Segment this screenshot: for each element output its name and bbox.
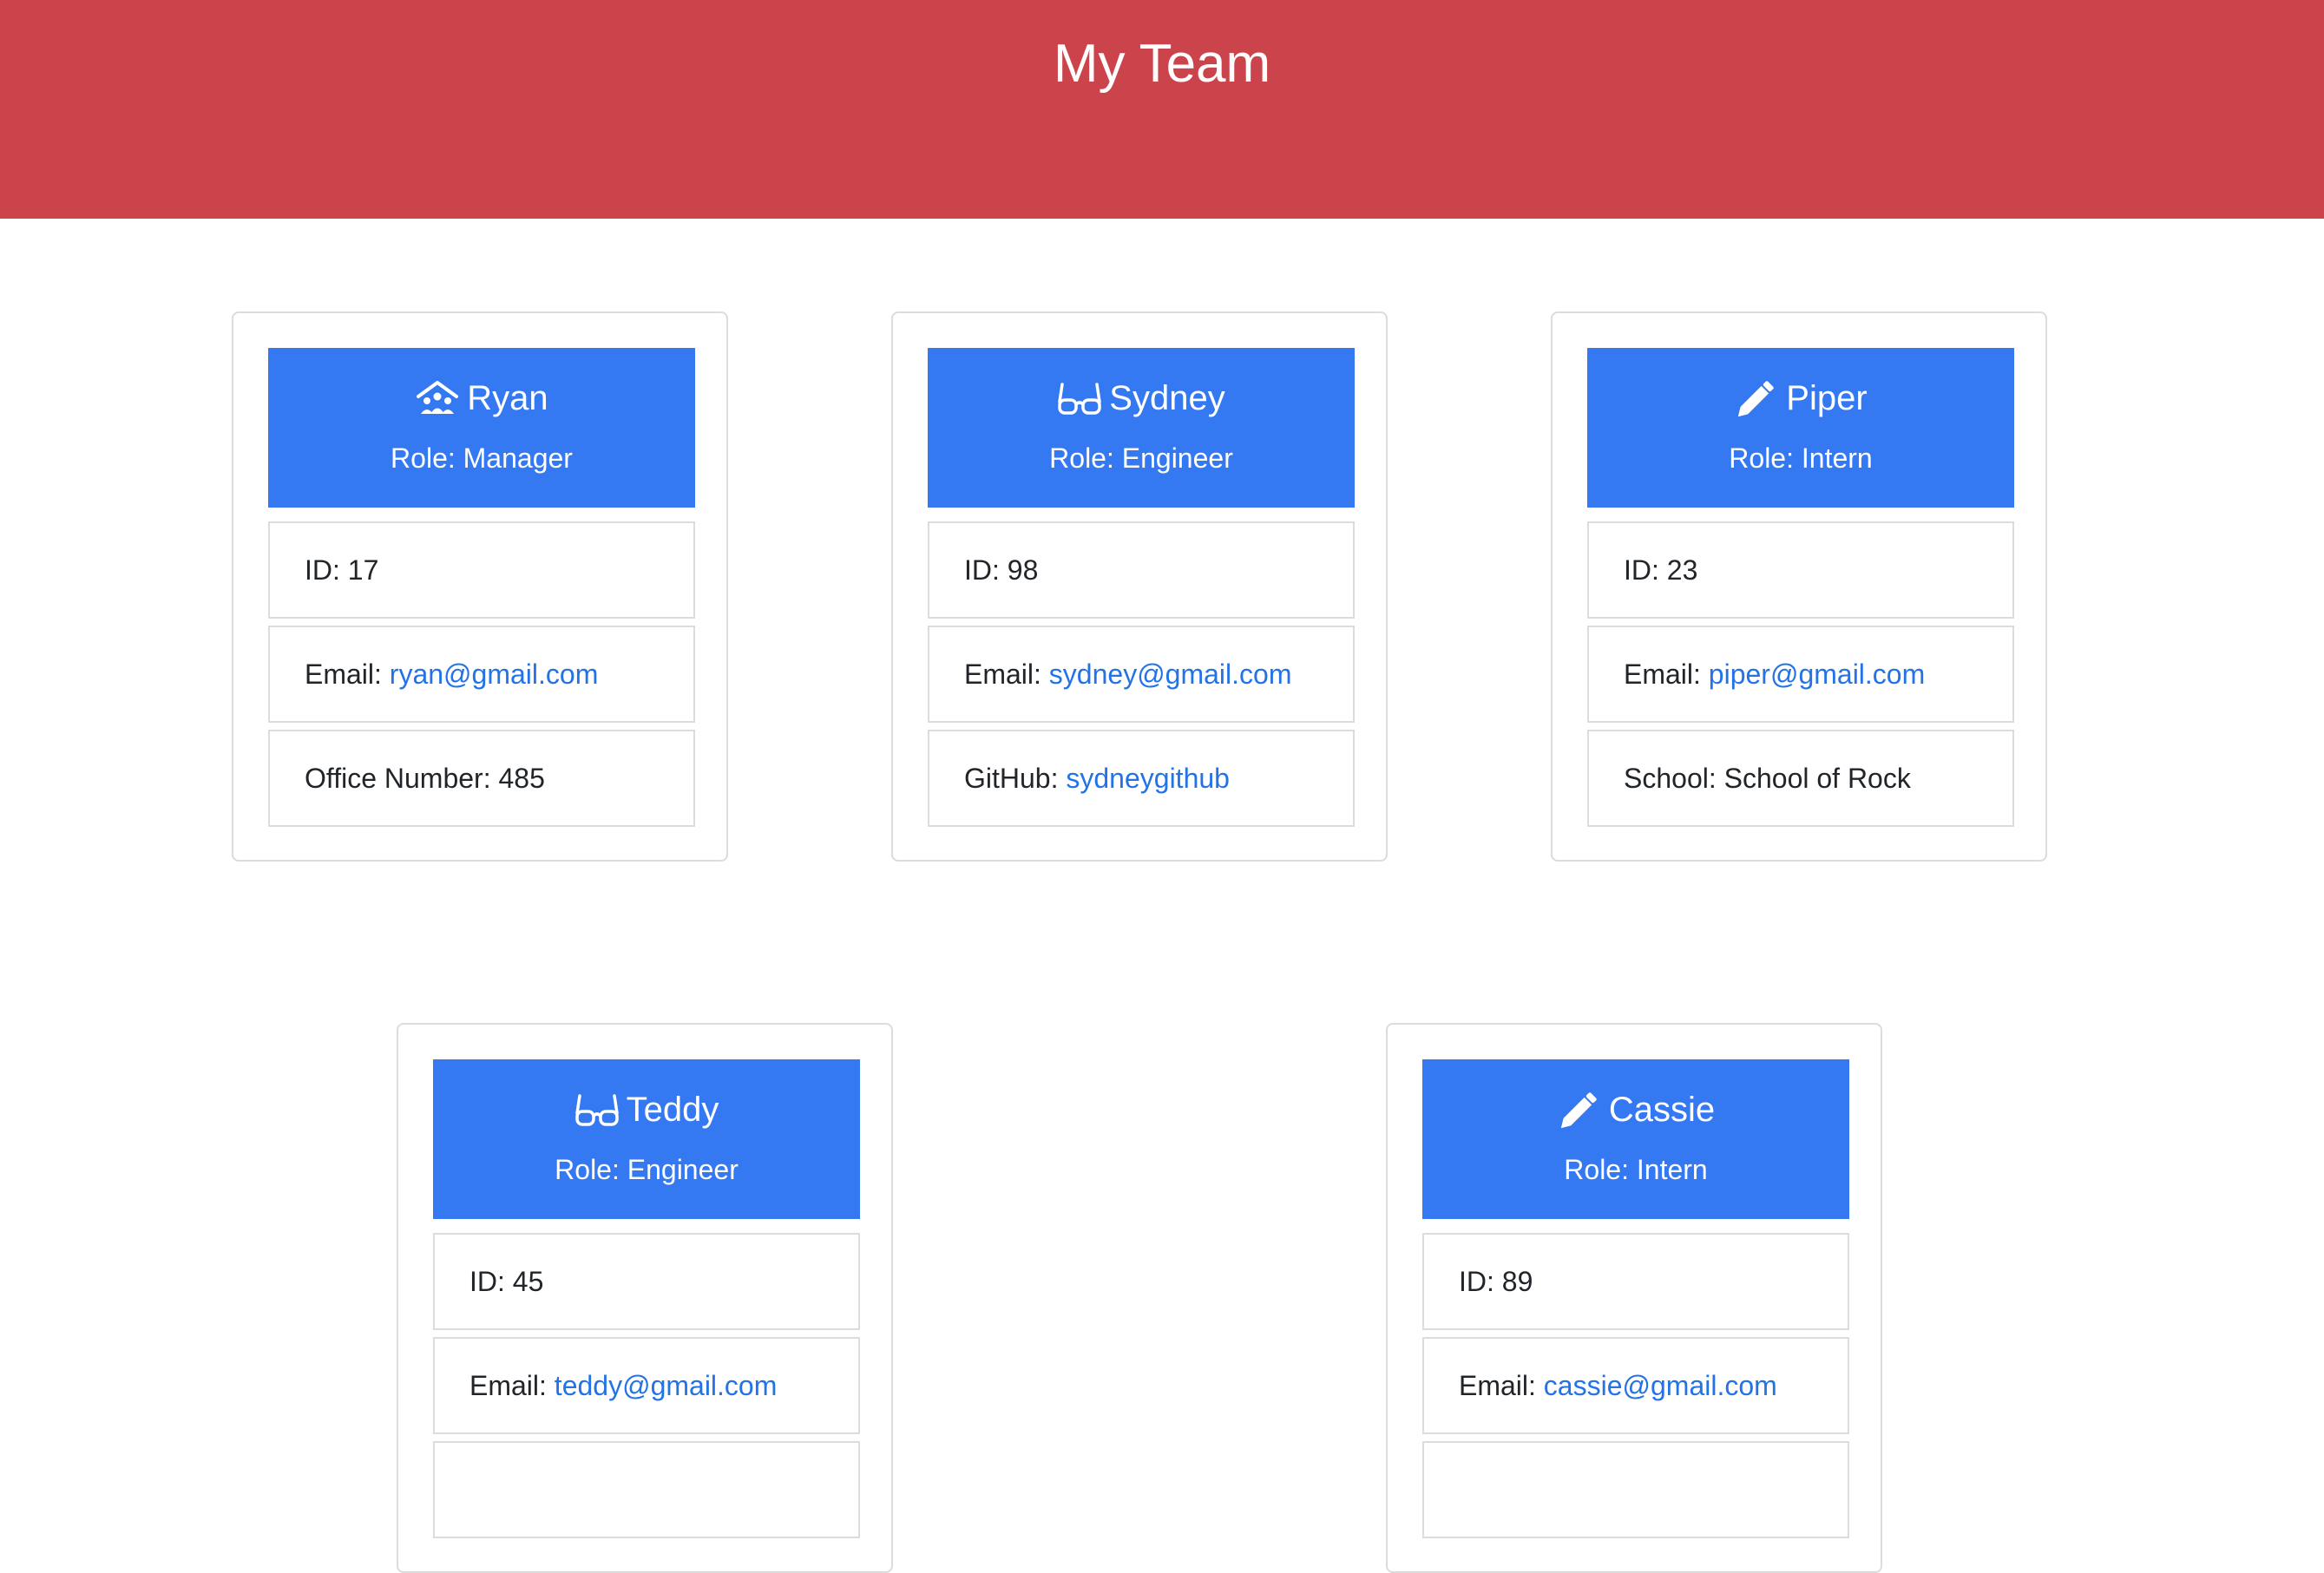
card-header: Piper Role: Intern: [1587, 348, 2014, 508]
member-name-row: Teddy: [433, 1084, 860, 1136]
github-row: GitHub: sydneygithub: [928, 730, 1355, 827]
email-link[interactable]: piper@gmail.com: [1709, 659, 1925, 690]
team-member-card: Piper Role: Intern ID: 23 Email: piper@g…: [1551, 311, 2047, 862]
member-email-row: Email: teddy@gmail.com: [433, 1337, 860, 1434]
member-role: Role: Manager: [391, 442, 573, 474]
member-name: Ryan: [467, 379, 548, 417]
member-name: Piper: [1786, 379, 1868, 417]
email-label: Email:: [1624, 659, 1709, 690]
team-member-card: Teddy Role: Engineer ID: 45 Email: teddy…: [397, 1023, 893, 1573]
github-label: GitHub:: [964, 763, 1067, 794]
member-name: Sydney: [1109, 379, 1225, 417]
member-role: Role: Engineer: [1049, 442, 1233, 474]
email-label: Email:: [1459, 1370, 1544, 1401]
member-name-row: Sydney: [928, 372, 1355, 424]
team-member-card: Sydney Role: Engineer ID: 98 Email: sydn…: [891, 311, 1388, 862]
team-member-card: Ryan Role: Manager ID: 17 Email: ryan@gm…: [232, 311, 728, 862]
manager-people-icon: [415, 379, 460, 417]
email-link[interactable]: sydney@gmail.com: [1049, 659, 1292, 690]
card-header: Teddy Role: Engineer: [433, 1059, 860, 1219]
email-label: Email:: [469, 1370, 555, 1401]
email-link[interactable]: teddy@gmail.com: [555, 1370, 778, 1401]
member-id: ID: 23: [1587, 521, 2014, 619]
email-link[interactable]: cassie@gmail.com: [1544, 1370, 1777, 1401]
member-role: Role: Engineer: [555, 1154, 739, 1185]
pencil-icon: [1557, 1091, 1602, 1129]
member-email-row: Email: ryan@gmail.com: [268, 626, 695, 723]
email-label: Email:: [305, 659, 390, 690]
member-email-row: Email: sydney@gmail.com: [928, 626, 1355, 723]
member-email-row: Email: cassie@gmail.com: [1422, 1337, 1849, 1434]
member-name: Teddy: [626, 1091, 719, 1129]
member-name: Cassie: [1608, 1091, 1716, 1129]
card-header: Ryan Role: Manager: [268, 348, 695, 508]
github-link[interactable]: sydneygithub: [1066, 763, 1230, 794]
pencil-icon: [1734, 379, 1779, 417]
page-header: My Team: [0, 0, 2324, 219]
school-row: [1422, 1441, 1849, 1538]
member-name-row: Piper: [1587, 372, 2014, 424]
office-number: Office Number: 485: [268, 730, 695, 827]
member-email-row: Email: piper@gmail.com: [1587, 626, 2014, 723]
email-link[interactable]: ryan@gmail.com: [390, 659, 599, 690]
card-header: Cassie Role: Intern: [1422, 1059, 1849, 1219]
member-name-row: Ryan: [268, 372, 695, 424]
team-member-card: Cassie Role: Intern ID: 89 Email: cassie…: [1386, 1023, 1882, 1573]
member-role: Role: Intern: [1564, 1154, 1708, 1185]
member-id: ID: 89: [1422, 1233, 1849, 1330]
member-id: ID: 45: [433, 1233, 860, 1330]
card-header: Sydney Role: Engineer: [928, 348, 1355, 508]
github-row: [433, 1441, 860, 1538]
member-id: ID: 17: [268, 521, 695, 619]
glasses-icon: [574, 1091, 620, 1129]
member-id: ID: 98: [928, 521, 1355, 619]
member-role: Role: Intern: [1729, 442, 1873, 474]
email-label: Email:: [964, 659, 1049, 690]
member-name-row: Cassie: [1422, 1084, 1849, 1136]
page-title: My Team: [1053, 34, 1271, 94]
glasses-icon: [1057, 379, 1102, 417]
school-row: School: School of Rock: [1587, 730, 2014, 827]
